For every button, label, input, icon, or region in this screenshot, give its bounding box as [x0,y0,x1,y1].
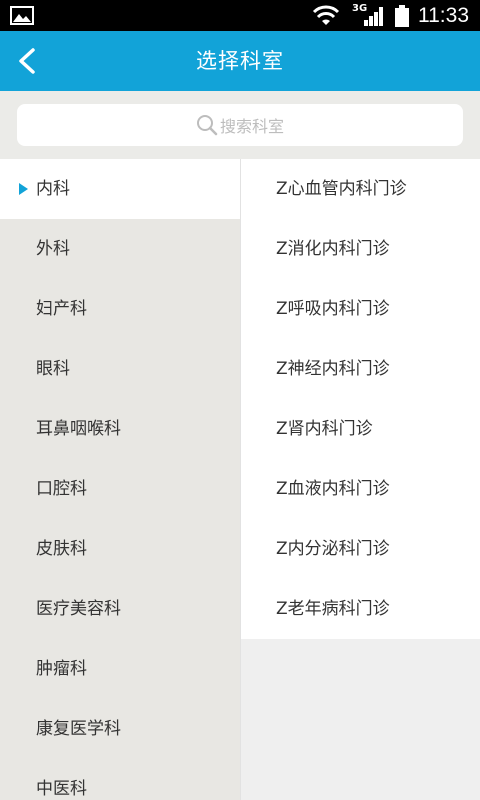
clinic-item[interactable]: Z血液内科门诊 [241,459,480,519]
clinic-item[interactable]: Z肾内科门诊 [241,399,480,459]
department-label: 康复医学科 [36,719,121,739]
search-placeholder: 搜索科室 [219,117,284,136]
clinic-item[interactable]: Z消化内科门诊 [241,219,480,279]
department-label: 医疗美容科 [36,599,121,619]
department-label: 肿瘤科 [36,659,87,679]
battery-icon [395,5,409,27]
clinic-list: Z心血管内科门诊 Z消化内科门诊 Z呼吸内科门诊 Z神经内科门诊 Z肾内科门诊 … [241,159,480,639]
back-arrow-icon [19,48,35,74]
department-item[interactable]: 中医科 [0,759,240,800]
department-label: 内科 [36,179,70,199]
clinic-item[interactable]: Z呼吸内科门诊 [241,279,480,339]
search-input[interactable]: 搜索科室 [17,104,463,146]
status-bar: 3G 11:33 [0,0,480,31]
selected-indicator-icon [19,183,28,195]
department-label: 中医科 [36,779,87,799]
department-item[interactable]: 外科 [0,219,240,279]
back-button[interactable] [6,39,50,83]
page-title: 选择科室 [196,49,284,73]
department-item[interactable]: 妇产科 [0,279,240,339]
department-item[interactable]: 康复医学科 [0,699,240,759]
clinic-panel: Z心血管内科门诊 Z消化内科门诊 Z呼吸内科门诊 Z神经内科门诊 Z肾内科门诊 … [240,159,480,800]
department-item-selected[interactable]: 内科 [0,159,240,219]
department-item[interactable]: 医疗美容科 [0,579,240,639]
department-item[interactable]: 耳鼻咽喉科 [0,399,240,459]
department-label: 口腔科 [36,479,87,499]
clinic-item[interactable]: Z神经内科门诊 [241,339,480,399]
department-list: 内科 外科 妇产科 眼科 耳鼻咽喉科 口腔科 皮肤科 医疗美容科 肿瘤科 康复医… [0,159,240,800]
department-label: 耳鼻咽喉科 [36,419,121,439]
department-item[interactable]: 口腔科 [0,459,240,519]
department-label: 妇产科 [36,299,87,319]
department-label: 皮肤科 [36,539,87,559]
clinic-item[interactable]: Z心血管内科门诊 [241,159,480,219]
clinic-item[interactable]: Z内分泌科门诊 [241,519,480,579]
department-item[interactable]: 肿瘤科 [0,639,240,699]
clinic-item[interactable]: Z老年病科门诊 [241,579,480,639]
department-item[interactable]: 眼科 [0,339,240,399]
search-icon [196,115,218,136]
department-label: 眼科 [36,359,70,379]
gallery-icon [10,6,34,25]
department-label: 外科 [36,239,70,259]
signal-icon [364,7,383,26]
department-item[interactable]: 皮肤科 [0,519,240,579]
wifi-icon [312,5,340,25]
search-bar-container: 搜索科室 [0,91,480,159]
clock-time: 11:33 [418,4,469,27]
app-bar: 选择科室 [0,31,480,91]
